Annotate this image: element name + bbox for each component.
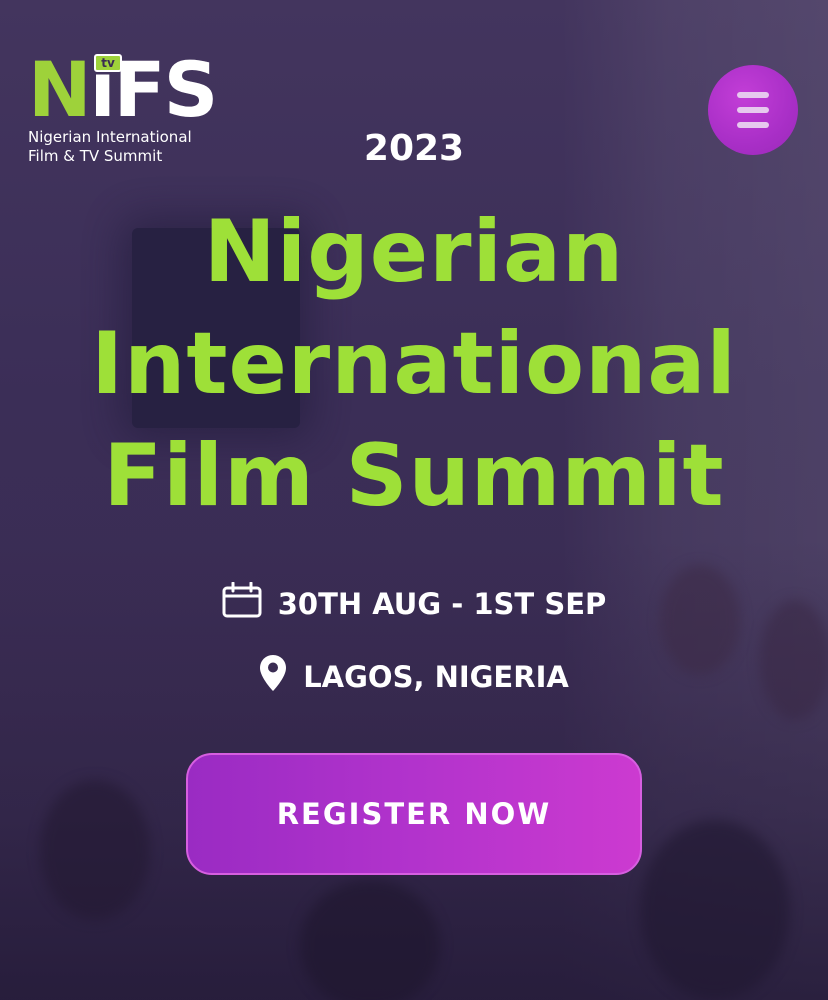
tv-icon: tv	[90, 46, 126, 72]
hamburger-icon-bar	[737, 92, 769, 98]
background-figure	[640, 820, 790, 1000]
event-title-line3: Film Summit	[103, 426, 725, 526]
event-date-row: 30TH AUG - 1ST SEP	[0, 581, 828, 625]
event-date: 30TH AUG - 1ST SEP	[277, 586, 607, 621]
register-now-button[interactable]: REGISTER NOW	[186, 753, 642, 875]
event-year: 2023	[363, 128, 465, 169]
calendar-icon	[222, 581, 262, 625]
event-title-line1: Nigerian	[203, 202, 625, 302]
logo-tv-label: tv	[94, 54, 122, 72]
hamburger-icon-bar	[737, 107, 769, 113]
background-figure	[40, 780, 150, 920]
event-location-row: LAGOS, NIGERIA	[0, 654, 828, 699]
map-pin-icon	[259, 654, 287, 699]
event-location: LAGOS, NIGERIA	[303, 659, 569, 694]
logo-mark-n: N	[28, 45, 92, 134]
background-figure	[300, 880, 440, 1000]
event-title: Nigerian International Film Summit	[0, 196, 828, 532]
event-title-line2: International	[91, 314, 737, 414]
